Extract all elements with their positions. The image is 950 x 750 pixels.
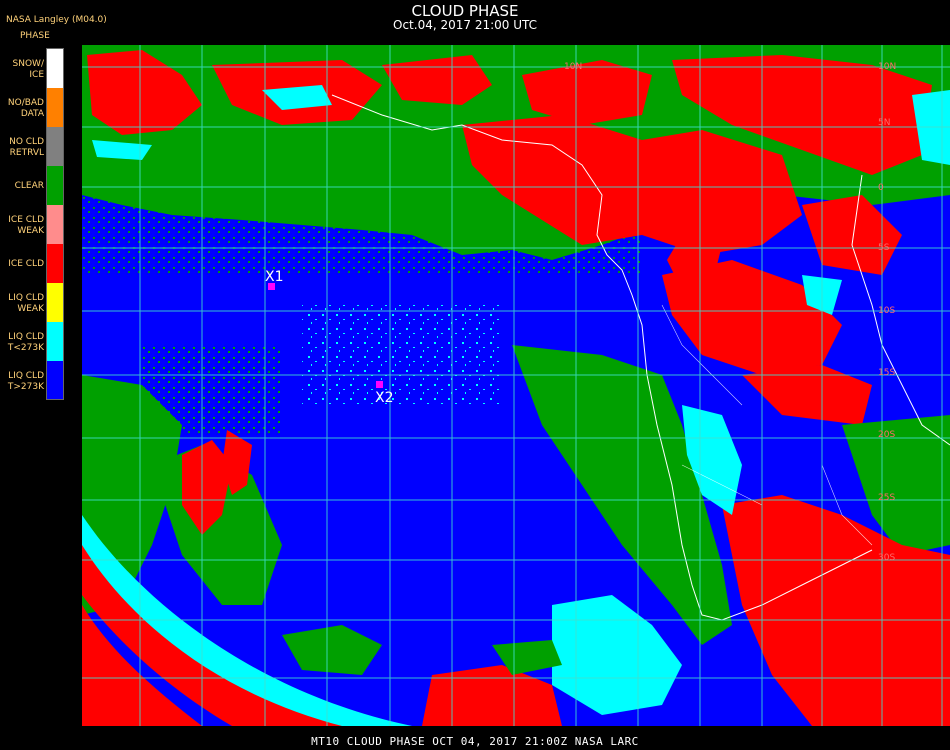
grid-label-5n: 5N — [878, 118, 890, 128]
legend-swatch-no-cld-retrvl — [47, 127, 63, 166]
legend-header: PHASE — [20, 31, 50, 41]
legend-swatch-liq-cld-warm — [47, 361, 63, 399]
legend-label-snow-ice: SNOW/ ICE — [12, 59, 44, 80]
legend-label-clear: CLEAR — [14, 181, 44, 191]
cloud-phase-map[interactable]: 10N 10N 5N 0 5S 10S 15S 20S 25S 30S X1 X… — [82, 45, 950, 726]
legend-swatch-ice-cld-weak — [47, 205, 63, 244]
legend-swatch-ice-cld — [47, 244, 63, 283]
legend-swatch-liq-cld-cold — [47, 322, 63, 361]
legend-label-no-bad-data: NO/BAD DATA — [7, 98, 44, 119]
grid-label-5s: 5S — [878, 243, 890, 253]
grid-label-20s: 20S — [878, 430, 895, 440]
legend-color-bar — [46, 48, 64, 400]
grid-label-10n: 10N — [564, 62, 582, 72]
liq-cold-speckle-central — [302, 305, 502, 405]
footer-caption: MT10 CLOUD PHASE OCT 04, 2017 21:00Z NAS… — [311, 735, 639, 748]
grid-label-15s: 15S — [878, 368, 895, 378]
grid-label-10n-east: 10N — [878, 62, 896, 72]
grid-label-0: 0 — [878, 183, 884, 193]
legend-label-ice-cld-weak: ICE CLD WEAK — [8, 215, 44, 236]
map-canvas: 10N 10N 5N 0 5S 10S 15S 20S 25S 30S X1 X… — [82, 45, 950, 726]
marker-x2-label: X2 — [375, 390, 394, 406]
legend-label-ice-cld: ICE CLD — [8, 259, 44, 269]
legend-swatch-snow-ice — [47, 49, 63, 88]
legend-label-no-cld-retrvl: NO CLD RETRVL — [9, 137, 44, 158]
marker-x2-point[interactable] — [376, 381, 383, 388]
grid-label-30s: 30S — [878, 553, 895, 563]
marker-x1-label: X1 — [265, 269, 284, 285]
legend-swatch-clear — [47, 166, 63, 205]
legend-label-liq-cld-warm: LIQ CLD T>273K — [7, 371, 44, 392]
map-timestamp: Oct.04, 2017 21:00 UTC — [393, 18, 537, 32]
legend-label-liq-cld-cold: LIQ CLD T<273K — [7, 332, 44, 353]
legend-swatch-liq-cld-weak — [47, 283, 63, 322]
legend-swatch-no-bad-data — [47, 88, 63, 127]
legend-label-liq-cld-weak: LIQ CLD WEAK — [8, 293, 44, 314]
grid-label-25s: 25S — [878, 493, 895, 503]
producer-label: NASA Langley (M04.0) — [6, 15, 107, 25]
grid-label-10s: 10S — [878, 306, 895, 316]
